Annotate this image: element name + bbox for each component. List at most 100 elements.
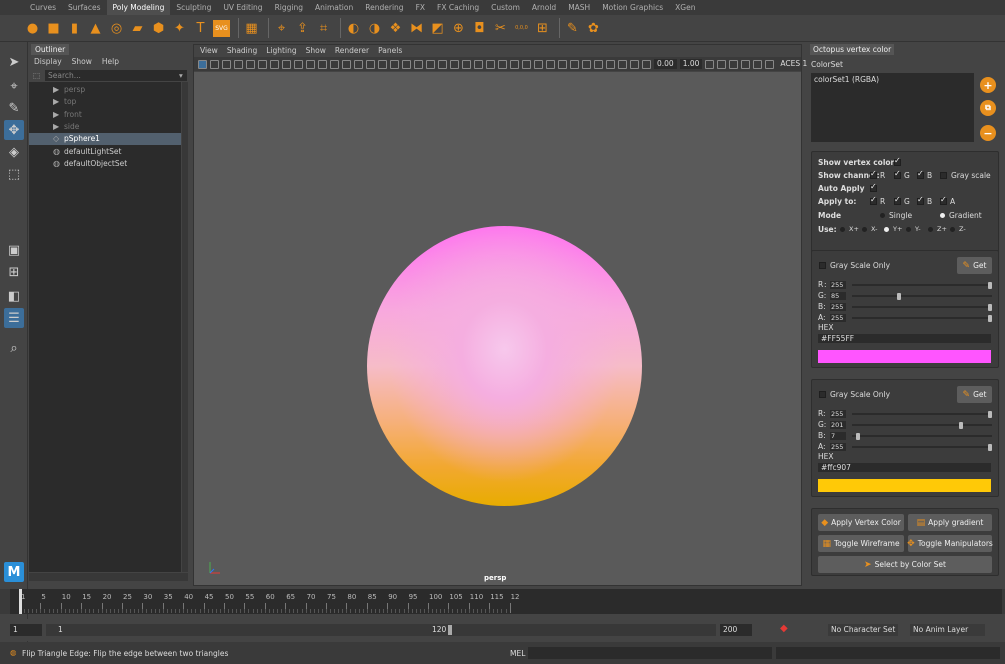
panel-title-tab[interactable]: Octopus vertex color	[810, 44, 895, 55]
viewport-tool-icon[interactable]	[246, 59, 255, 69]
select-tool-icon[interactable]: ➤	[4, 52, 24, 72]
color1-g-knob[interactable]	[897, 293, 902, 300]
text-icon[interactable]: T	[192, 20, 209, 37]
viewport-tool-icon[interactable]	[486, 59, 495, 69]
viewport-canvas[interactable]: persp	[194, 72, 801, 585]
move-tool-icon[interactable]: ✥	[4, 120, 24, 140]
viewport-tool-icon[interactable]	[234, 59, 243, 69]
outliner-item[interactable]: ▶ top	[29, 96, 181, 108]
mel-label[interactable]: MEL	[510, 649, 525, 658]
color2-a-knob[interactable]	[988, 444, 992, 451]
color1-r-slider[interactable]	[852, 282, 992, 289]
shelf-tab[interactable]: MASH	[562, 0, 596, 15]
color2-hex-input[interactable]: #ffc907	[818, 463, 991, 472]
viewport-tool-icon[interactable]	[402, 59, 411, 69]
mirror-icon[interactable]: ⧓	[408, 20, 425, 37]
command-input[interactable]	[528, 647, 772, 659]
fill-hole-icon[interactable]: ◘	[471, 20, 488, 37]
viewport-tool-icon[interactable]	[378, 59, 387, 69]
remove-colorset-icon[interactable]: −	[980, 125, 996, 141]
color1-b-slider[interactable]	[852, 304, 992, 311]
character-set-dropdown[interactable]: No Character Set	[828, 624, 898, 636]
viewport-tool-icon[interactable]	[753, 59, 763, 69]
color2-b-slider[interactable]	[852, 433, 992, 440]
color1-gray-only-checkbox[interactable]	[819, 262, 826, 269]
select-by-color-set-button[interactable]: ➤ Select by Color Set	[818, 556, 992, 573]
outliner-hscroll[interactable]	[29, 573, 188, 581]
apply-gradient-button[interactable]: ▤ Apply gradient	[908, 514, 992, 531]
extrude-icon[interactable]: ⇪	[294, 20, 311, 37]
svg-icon[interactable]: SVG	[213, 19, 230, 37]
smooth-icon[interactable]: ❖	[387, 20, 404, 37]
viewport-tool-icon[interactable]	[705, 59, 715, 69]
viewport-tool-icon[interactable]	[522, 59, 531, 69]
separate-icon[interactable]: ◑	[366, 20, 383, 37]
use-radio[interactable]	[884, 227, 889, 232]
scale-tool-icon[interactable]: ⬚	[4, 164, 24, 184]
color2-swatch[interactable]	[818, 479, 991, 492]
viewport-tool-icon[interactable]	[438, 59, 447, 69]
colorset-item[interactable]: colorSet1 (RGBA)	[814, 75, 879, 84]
vertex-color-icon[interactable]: ✎	[564, 20, 581, 37]
gamma-input[interactable]: 1.00	[679, 59, 703, 69]
color1-r-input[interactable]: 255	[830, 281, 846, 289]
apply-r-checkbox[interactable]	[870, 195, 877, 205]
outliner-item[interactable]: ◍ defaultLightSet	[29, 146, 181, 158]
viewport-tool-icon[interactable]	[354, 59, 363, 69]
torus-icon[interactable]: ◎	[108, 20, 125, 37]
viewport-tool-icon[interactable]	[390, 59, 399, 69]
viewport-menu-item[interactable]: Lighting	[266, 45, 296, 57]
rotate-tool-icon[interactable]: ◈	[4, 142, 24, 162]
use-radio[interactable]	[928, 227, 933, 232]
shelf-tab[interactable]: Rendering	[359, 0, 409, 15]
viewport-tool-icon[interactable]	[294, 59, 303, 69]
use-radio[interactable]	[840, 227, 845, 232]
combine-icon[interactable]: ◐	[345, 20, 362, 37]
sparkle-icon[interactable]: ✦	[171, 20, 188, 37]
viewport-tool-icon[interactable]	[282, 59, 291, 69]
viewport-tool-icon[interactable]	[342, 59, 351, 69]
range-end-handle[interactable]	[448, 625, 452, 635]
shelf-tab[interactable]: Rigging	[269, 0, 309, 15]
apply-a-checkbox[interactable]	[940, 195, 947, 205]
viewport-tool-icon[interactable]	[222, 59, 231, 69]
viewport-tool-icon[interactable]	[366, 59, 375, 69]
shelf-tab[interactable]: Surfaces	[62, 0, 106, 15]
color2-r-input[interactable]: 255	[830, 410, 846, 418]
color2-b-input[interactable]: 7	[830, 432, 846, 440]
viewport-tool-icon[interactable]	[534, 59, 543, 69]
color2-r-knob[interactable]	[988, 411, 992, 418]
outliner-layout-icon[interactable]: ☰	[4, 308, 24, 328]
color1-a-slider[interactable]	[852, 315, 992, 322]
use-radio[interactable]	[906, 227, 911, 232]
shelf-tab[interactable]: Curves	[24, 0, 62, 15]
viewport-tool-icon[interactable]	[582, 59, 591, 69]
viewport-tool-icon[interactable]	[198, 59, 207, 69]
mode-single-radio[interactable]	[880, 213, 885, 218]
viewport-tool-icon[interactable]	[318, 59, 327, 69]
apply-b-checkbox[interactable]	[917, 195, 924, 205]
shelf-tab[interactable]: Custom	[485, 0, 526, 15]
viewport-menu-item[interactable]: Show	[306, 45, 326, 57]
viewport-tool-icon[interactable]	[498, 59, 507, 69]
grid-icon[interactable]: ▦	[243, 20, 260, 37]
shelf-tab[interactable]: Sculpting	[170, 0, 217, 15]
start-frame-input[interactable]: 1	[10, 624, 42, 636]
outliner-menu-item[interactable]: Help	[102, 56, 119, 67]
toggle-manipulators-button[interactable]: ✥ Toggle Manipulators	[907, 535, 993, 552]
viewport-tool-icon[interactable]	[306, 59, 315, 69]
viewport-tool-icon[interactable]	[594, 59, 603, 69]
show-r-checkbox[interactable]	[870, 169, 877, 179]
viewport-tool-icon[interactable]	[210, 59, 219, 69]
outliner-item[interactable]: ◇ pSphere1	[29, 133, 181, 146]
sphere-icon[interactable]: ●	[24, 20, 41, 37]
anim-layer-dropdown[interactable]: No Anim Layer	[910, 624, 985, 636]
viewport-tool-icon[interactable]	[414, 59, 423, 69]
single-view-icon[interactable]: ▣	[4, 240, 24, 260]
viewport-tool-icon[interactable]	[462, 59, 471, 69]
octopus-icon[interactable]: ✿	[585, 20, 602, 37]
viewport-tool-icon[interactable]	[741, 59, 751, 69]
use-radio[interactable]	[950, 227, 955, 232]
color1-swatch[interactable]	[818, 350, 991, 363]
color2-g-knob[interactable]	[959, 422, 964, 429]
